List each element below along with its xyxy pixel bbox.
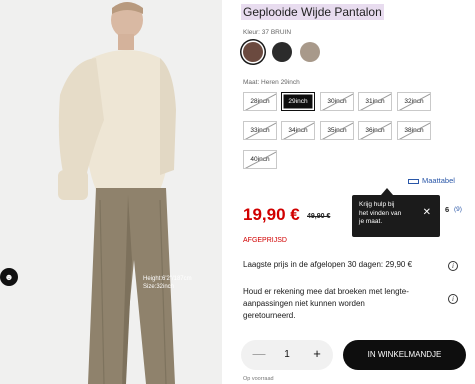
minus-icon[interactable]: — [252,346,266,362]
product-image[interactable]: Height:6'2"/187cm Size:32inch ☻ [0,0,222,384]
plus-icon[interactable]: + [310,346,324,362]
original-price: 49,90 € [307,213,331,220]
tooltip-line: je maat. [359,218,383,225]
rating-count[interactable]: (9) [454,206,462,213]
size-option[interactable]: 36inch [358,121,392,140]
size-option[interactable]: 33inch [243,121,277,140]
user-icon[interactable]: ☻ [0,268,18,286]
size-option[interactable]: 34inch [281,121,315,140]
model-size-caption: Height:6'2"/187cm Size:32inch [143,275,192,291]
model-height: Height:6'2"/187cm [143,276,192,282]
info-icon[interactable]: i [448,294,458,304]
info-icon[interactable]: i [448,261,458,271]
model-size: Size:32inch [143,284,175,290]
quantity-value: 1 [284,349,290,360]
sale-tag: AFGEPRIJSD [243,237,287,244]
rating-value: 6 [445,205,450,214]
size-label: Maat: Heren 29inch [243,79,300,86]
size-help-tooltip: Krijg hulp bij het vinden van je maat. ✕ [352,195,440,237]
size-option-selected[interactable]: 29inch [281,92,315,111]
color-label: Kleur: 37 BRUIN [243,29,292,36]
current-price: 19,90 € [243,205,300,224]
size-option[interactable]: 28inch [243,92,277,111]
add-to-cart-button[interactable]: IN WINKELMANDJE [343,340,466,370]
color-swatch-beige[interactable] [300,42,320,62]
note-line: aanpassingen niet kunnen worden [243,299,365,308]
color-swatch-bruin[interactable] [243,42,263,62]
product-title: Geplooide Wijde Pantalon [241,4,384,20]
size-option[interactable]: 30inch [320,92,354,111]
size-chart-link[interactable]: Maattabel [408,176,455,185]
size-chart-label: Maattabel [422,176,455,185]
alteration-note: Houd er rekening mee dat broeken met len… [243,286,423,322]
ruler-icon [408,178,419,184]
model-illustration [0,0,222,384]
close-icon[interactable]: ✕ [423,208,431,218]
tooltip-arrow [381,188,393,195]
note-line: geretourneerd. [243,311,296,320]
size-option[interactable]: 32inch [397,92,431,111]
size-option[interactable]: 31inch [358,92,392,111]
stock-note: Op voorraad [243,376,274,382]
quantity-stepper: — 1 + [241,340,333,370]
lowest-price-note: Laagste prijs in de afgelopen 30 dagen: … [243,260,413,269]
size-option[interactable]: 35inch [320,121,354,140]
note-line: Houd er rekening mee dat broeken met len… [243,287,409,296]
size-option[interactable]: 38inch [397,121,431,140]
size-option[interactable]: 40inch [243,150,277,169]
color-swatch-zwart[interactable] [272,42,292,62]
